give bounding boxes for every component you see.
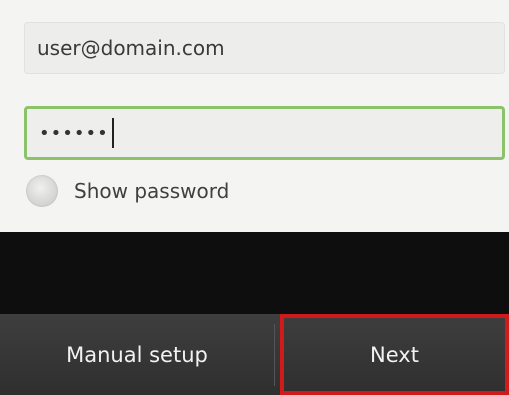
bottom-button-bar: Manual setup Next — [0, 314, 509, 395]
checkbox-icon[interactable] — [26, 175, 58, 207]
text-cursor — [111, 118, 114, 148]
show-password-label: Show password — [74, 179, 230, 203]
keyboard-area-placeholder — [0, 232, 509, 314]
next-button[interactable]: Next — [280, 314, 509, 395]
email-value: user@domain.com — [37, 36, 225, 60]
show-password-toggle[interactable]: Show password — [26, 170, 229, 212]
password-field[interactable]: •••••• — [24, 106, 505, 160]
button-divider — [274, 324, 275, 386]
manual-setup-button[interactable]: Manual setup — [0, 314, 274, 395]
email-field[interactable]: user@domain.com — [24, 22, 505, 74]
account-form: user@domain.com •••••• Show password — [0, 0, 509, 232]
password-mask: •••••• — [39, 122, 109, 144]
